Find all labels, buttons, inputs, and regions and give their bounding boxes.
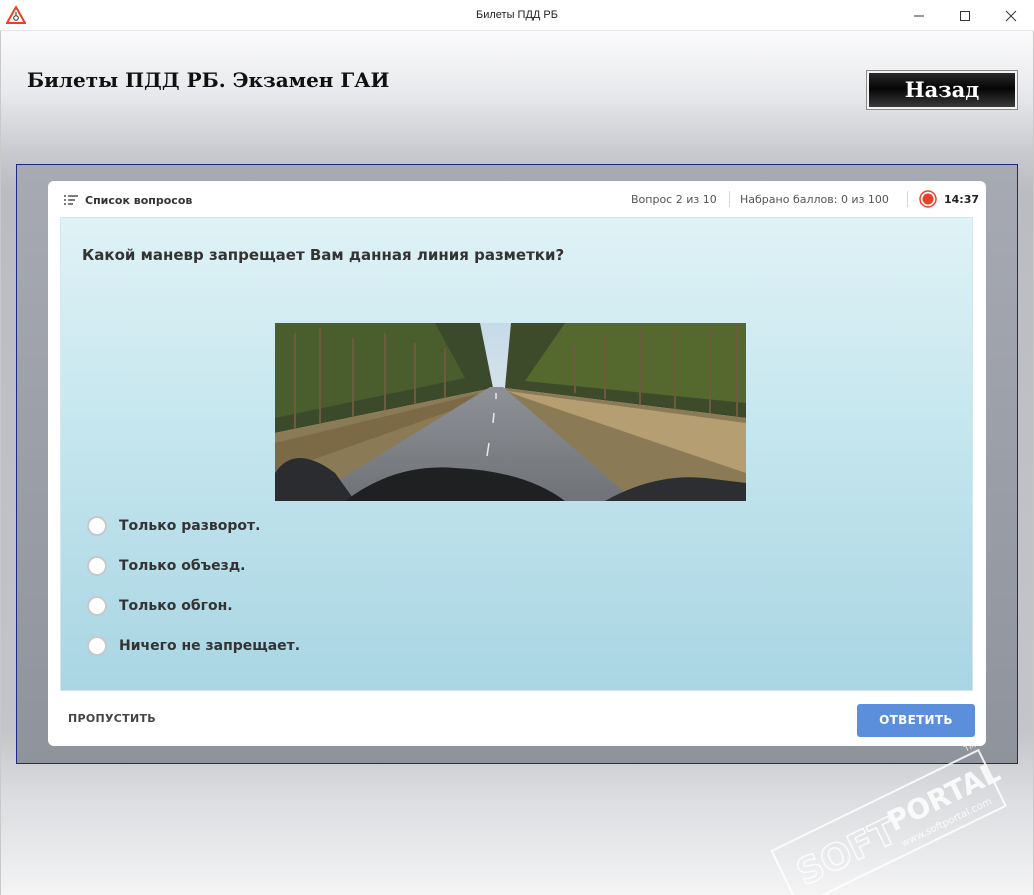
header-divider (907, 191, 908, 207)
submit-answer-button[interactable]: ОТВЕТИТЬ (857, 704, 975, 737)
window-title: Билеты ПДД РБ (476, 9, 558, 21)
score-text: Набрано баллов: 0 из 100 (740, 193, 889, 206)
radio-button[interactable] (87, 636, 107, 656)
radio-button[interactable] (87, 596, 107, 616)
timer-icon (919, 190, 937, 208)
radio-button[interactable] (87, 556, 107, 576)
timer-text: 14:37 (944, 193, 980, 206)
page-title: Билеты ПДД РБ. Экзамен ГАИ (27, 68, 390, 92)
answer-option[interactable]: Только разворот. (87, 515, 260, 537)
answer-label: Ничего не запрещает. (119, 638, 301, 654)
header-divider (729, 191, 730, 207)
answer-option[interactable]: Ничего не запрещает. (87, 635, 300, 657)
svg-text:SOFT: SOFT (790, 811, 903, 894)
card-header: Список вопросов Вопрос 2 из 10 Набрано б… (48, 181, 986, 217)
question-counter: Вопрос 2 из 10 (631, 193, 717, 206)
question-card: Список вопросов Вопрос 2 из 10 Набрано б… (48, 181, 986, 746)
road-photo (275, 323, 746, 501)
maximize-icon (960, 11, 970, 21)
softportal-watermark: SOFT PORTAL www.softportal.com TM (748, 735, 1034, 895)
close-button[interactable] (988, 0, 1034, 31)
question-list-label: Список вопросов (85, 193, 193, 207)
answer-label: Только объезд. (119, 558, 246, 574)
answer-label: Только разворот. (119, 518, 261, 534)
answer-label: Только обгон. (119, 598, 233, 614)
close-icon (1005, 10, 1017, 22)
minimize-button[interactable] (896, 0, 942, 31)
minimize-icon (914, 15, 924, 17)
back-button[interactable]: Назад (866, 70, 1018, 110)
question-panel: Какой маневр запрещает Вам данная линия … (60, 217, 973, 691)
skip-button[interactable]: ПРОПУСТИТЬ (68, 712, 156, 725)
list-icon (64, 195, 78, 205)
question-list-toggle[interactable]: Список вопросов (64, 192, 192, 208)
answer-option[interactable]: Только объезд. (87, 555, 245, 577)
maximize-button[interactable] (942, 0, 988, 31)
answer-option[interactable]: Только обгон. (87, 595, 233, 617)
question-text: Какой маневр запрещает Вам данная линия … (82, 246, 565, 264)
window-titlebar: Билеты ПДД РБ (0, 0, 1034, 31)
radio-button[interactable] (87, 516, 107, 536)
